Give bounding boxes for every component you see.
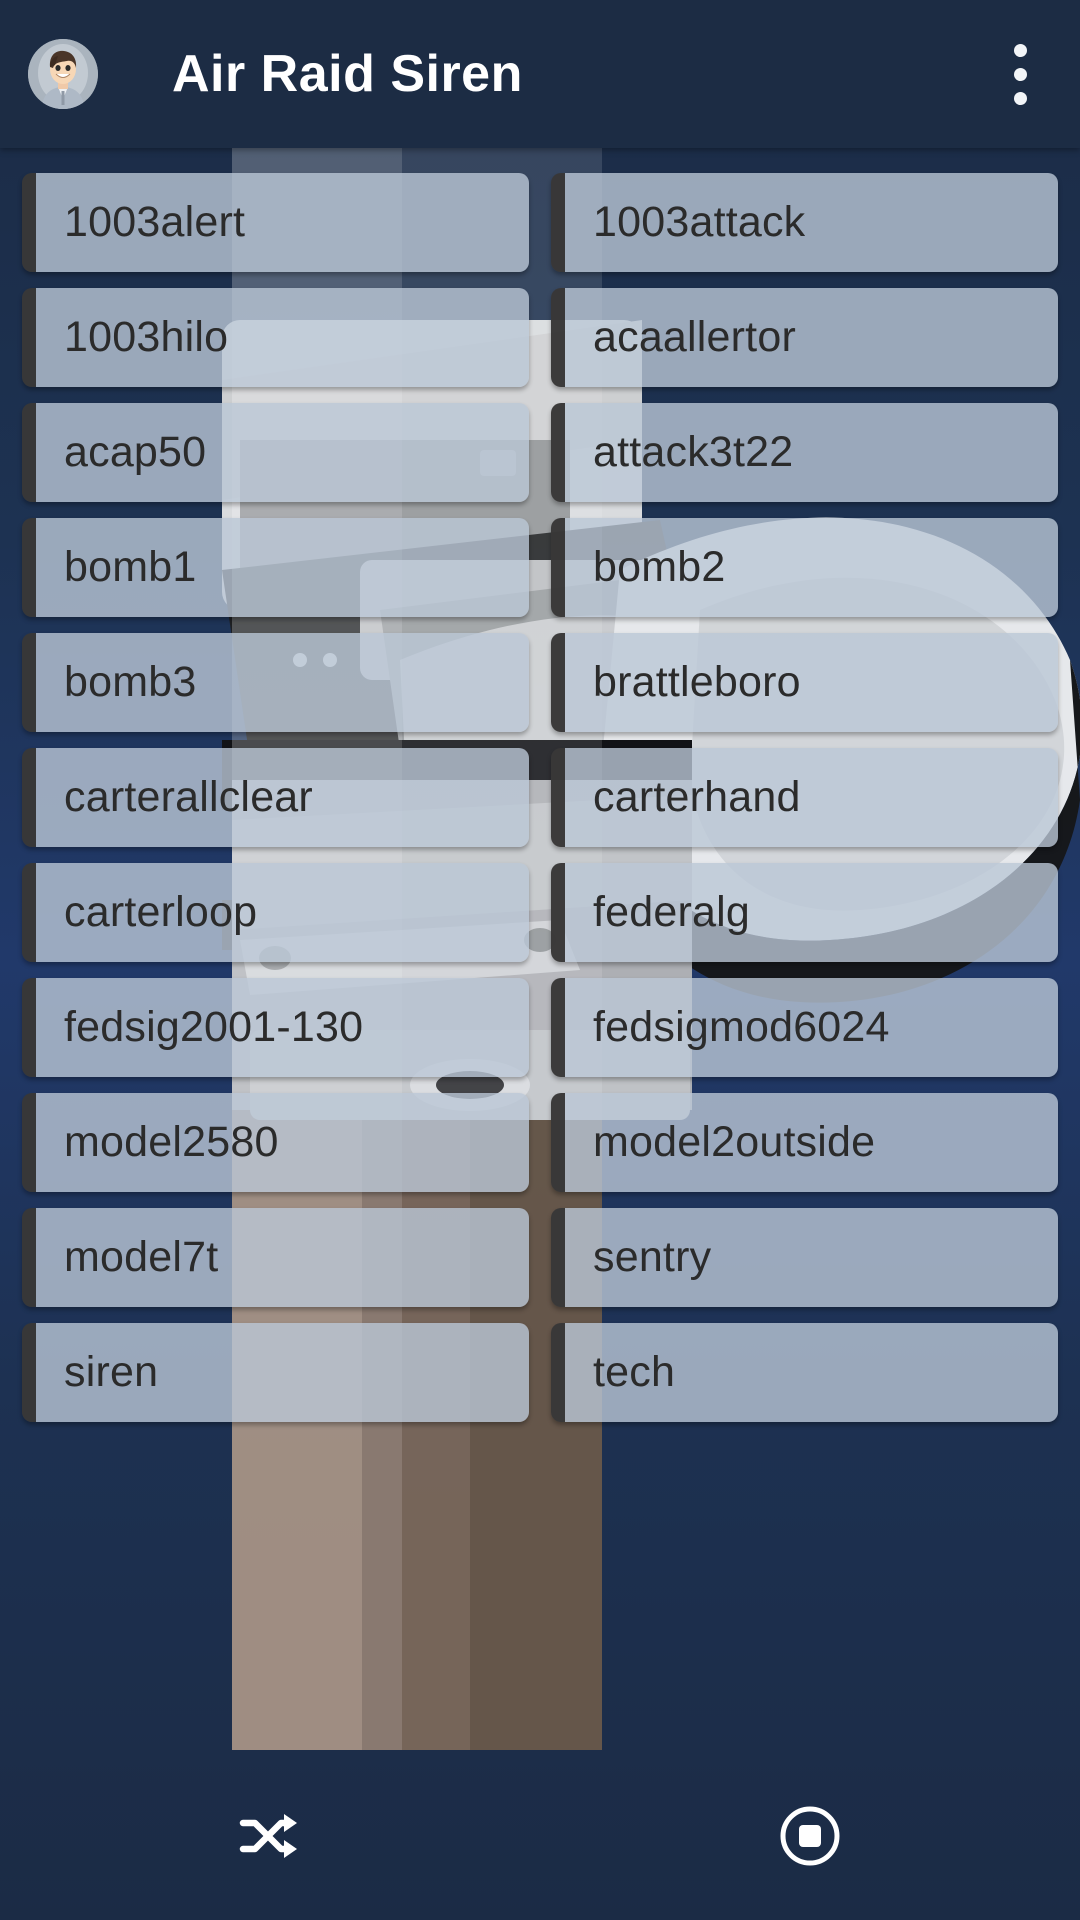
stop-button[interactable]: [540, 1752, 1080, 1920]
sound-button[interactable]: bomb3: [22, 633, 529, 732]
sound-button[interactable]: carterloop: [22, 863, 529, 962]
sound-button-label: fedsigmod6024: [593, 1003, 890, 1051]
menu-dot: [1013, 67, 1027, 81]
sound-button[interactable]: bomb1: [22, 518, 529, 617]
sound-button[interactable]: fedsigmod6024: [551, 978, 1058, 1077]
sound-button-label: carterloop: [64, 888, 258, 936]
menu-dot: [1013, 43, 1027, 57]
sound-button-label: model7t: [64, 1233, 219, 1281]
sound-button-grid: 1003alert 1003attack 1003hilo acaallertor ac…: [0, 148, 1080, 1438]
sound-button[interactable]: federalg: [551, 863, 1058, 962]
sound-button[interactable]: model2580: [22, 1093, 529, 1192]
sound-button[interactable]: siren: [22, 1323, 529, 1422]
page-title: Air Raid Siren: [172, 45, 523, 103]
sound-button-label: carterhand: [593, 773, 801, 821]
shuffle-button[interactable]: [0, 1752, 540, 1920]
sound-button-label: tech: [593, 1348, 676, 1396]
shuffle-icon: [239, 1814, 297, 1858]
sound-button[interactable]: 1003hilo: [22, 288, 529, 387]
overflow-menu-icon[interactable]: [990, 29, 1050, 119]
sound-button[interactable]: carterallclear: [22, 748, 529, 847]
sound-button-label: bomb3: [64, 658, 197, 706]
app-bar: Air Raid Siren: [0, 0, 1080, 148]
sound-button[interactable]: 1003attack: [551, 173, 1058, 272]
sound-button[interactable]: 1003alert: [22, 173, 529, 272]
sound-button[interactable]: model2outside: [551, 1093, 1058, 1192]
sound-button-label: carterallclear: [64, 773, 313, 821]
sound-button-label: brattleboro: [593, 658, 801, 706]
stop-icon: [780, 1806, 840, 1866]
menu-dot: [1013, 91, 1027, 105]
avatar[interactable]: [28, 39, 98, 109]
sound-button-label: siren: [64, 1348, 159, 1396]
sound-button-label: fedsig2001-130: [64, 1003, 364, 1051]
sound-button[interactable]: tech: [551, 1323, 1058, 1422]
sound-button-label: acap50: [64, 428, 207, 476]
sound-button-label: bomb1: [64, 543, 197, 591]
sound-button-label: sentry: [593, 1233, 712, 1281]
sound-button-label: 1003hilo: [64, 313, 229, 361]
sound-button-label: model2outside: [593, 1118, 876, 1166]
user-avatar-icon: [28, 39, 98, 109]
sound-button[interactable]: acaallertor: [551, 288, 1058, 387]
sound-button[interactable]: model7t: [22, 1208, 529, 1307]
sound-button-label: attack3t22: [593, 428, 794, 476]
sound-button-label: model2580: [64, 1118, 279, 1166]
sound-button-label: acaallertor: [593, 313, 796, 361]
sound-button[interactable]: acap50: [22, 403, 529, 502]
sound-button[interactable]: carterhand: [551, 748, 1058, 847]
sound-button-label: 1003alert: [64, 198, 246, 246]
app-root: Air Raid Siren 1003alert 1003attack 1003hi…: [0, 0, 1080, 1920]
sound-button[interactable]: sentry: [551, 1208, 1058, 1307]
sound-button[interactable]: fedsig2001-130: [22, 978, 529, 1077]
sound-button-label: bomb2: [593, 543, 726, 591]
bottom-bar: [0, 1752, 1080, 1920]
sound-button[interactable]: attack3t22: [551, 403, 1058, 502]
sound-button-label: federalg: [593, 888, 750, 936]
sound-button[interactable]: brattleboro: [551, 633, 1058, 732]
sound-button[interactable]: bomb2: [551, 518, 1058, 617]
sound-button-label: 1003attack: [593, 198, 806, 246]
